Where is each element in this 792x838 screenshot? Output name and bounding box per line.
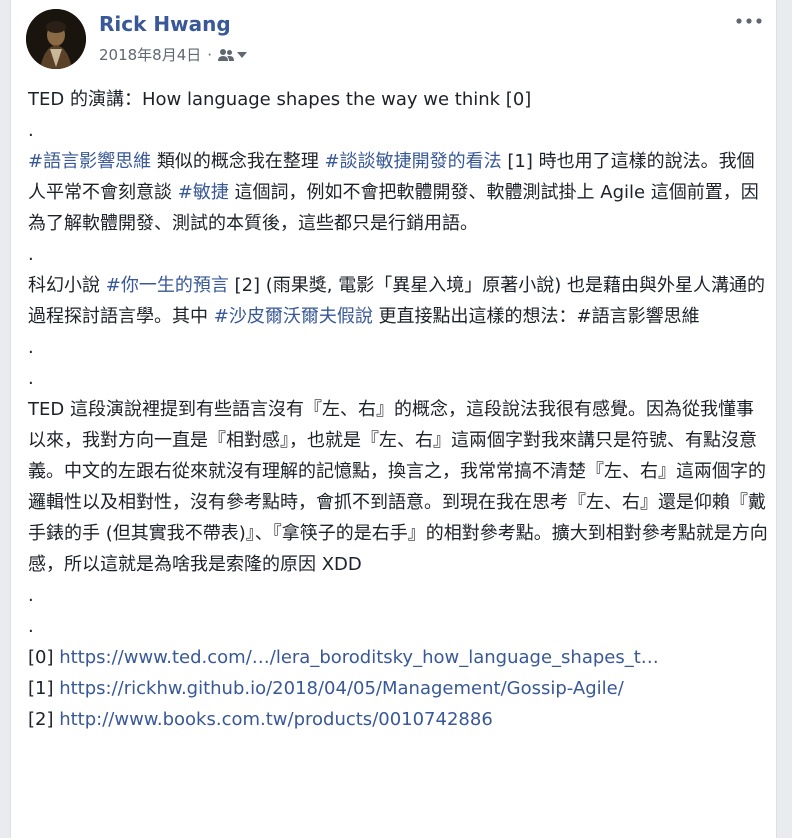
reference-item: [2] http://www.books.com.tw/products/001… (28, 704, 768, 735)
post-date[interactable]: 2018年8月4日 (99, 44, 201, 65)
meta-separator: · (207, 45, 213, 64)
dot-separator: . (28, 616, 34, 637)
dot-separator: . (28, 585, 34, 606)
chevron-down-icon (237, 51, 248, 58)
paragraph-agile: #語言影響思維 類似的概念我在整理 #談談敏捷開發的看法 [1] 時也用了這樣的… (28, 146, 768, 239)
post-line: TED 的演講：How language shapes the way we t… (28, 89, 532, 110)
dot-separator: . (28, 368, 34, 389)
reference-label: [1] (28, 678, 60, 699)
reference-link[interactable]: http://www.books.com.tw/products/0010742… (59, 709, 493, 730)
post-text: 科幻小說 (28, 275, 106, 296)
post-text: 更直接點出這樣的想法：#語言影響思維 (372, 306, 700, 327)
hashtag-link[interactable]: #敏捷 (178, 182, 229, 203)
more-options-button[interactable] (734, 10, 764, 32)
post-body: TED 的演講：How language shapes the way we t… (28, 84, 768, 735)
paragraph-direction: TED 這段演說裡提到有些語言沒有『左、右』的概念，這段說法我很有感覺。因為從我… (28, 399, 768, 575)
dot-separator: . (28, 244, 34, 265)
friends-icon (218, 48, 235, 61)
reference-link[interactable]: https://www.ted.com/…/lera_boroditsky_ho… (59, 647, 659, 668)
hashtag-link[interactable]: #你一生的預言 (106, 275, 229, 296)
reference-link[interactable]: https://rickhw.github.io/2018/04/05/Mana… (59, 678, 624, 699)
post-text: 類似的概念我在整理 (151, 151, 325, 172)
paragraph-scifi: 科幻小說 #你一生的預言 [2] (雨果獎, 電影「異星入境」原著小說) 也是藉… (28, 270, 768, 332)
reference-label: [0] (28, 647, 60, 668)
dot-separator: . (28, 120, 34, 141)
avatar[interactable] (26, 9, 86, 69)
more-dots-icon (736, 18, 762, 24)
avatar-image (26, 9, 86, 69)
audience-selector[interactable] (218, 48, 248, 62)
dot-separator: . (28, 337, 34, 358)
reference-item: [0] https://www.ted.com/…/lera_boroditsk… (28, 642, 768, 673)
post-card: Rick Hwang 2018年8月4日 · TED 的演講：How langu… (10, 0, 777, 838)
author-name[interactable]: Rick Hwang (99, 12, 231, 36)
post-meta: 2018年8月4日 · (99, 44, 248, 65)
reference-label: [2] (28, 709, 60, 730)
reference-item: [1] https://rickhw.github.io/2018/04/05/… (28, 673, 768, 704)
hashtag-link[interactable]: #沙皮爾沃爾夫假說 (214, 306, 373, 327)
hashtag-link[interactable]: #談談敏捷開發的看法 (325, 151, 502, 172)
hashtag-link[interactable]: #語言影響思維 (28, 151, 151, 172)
